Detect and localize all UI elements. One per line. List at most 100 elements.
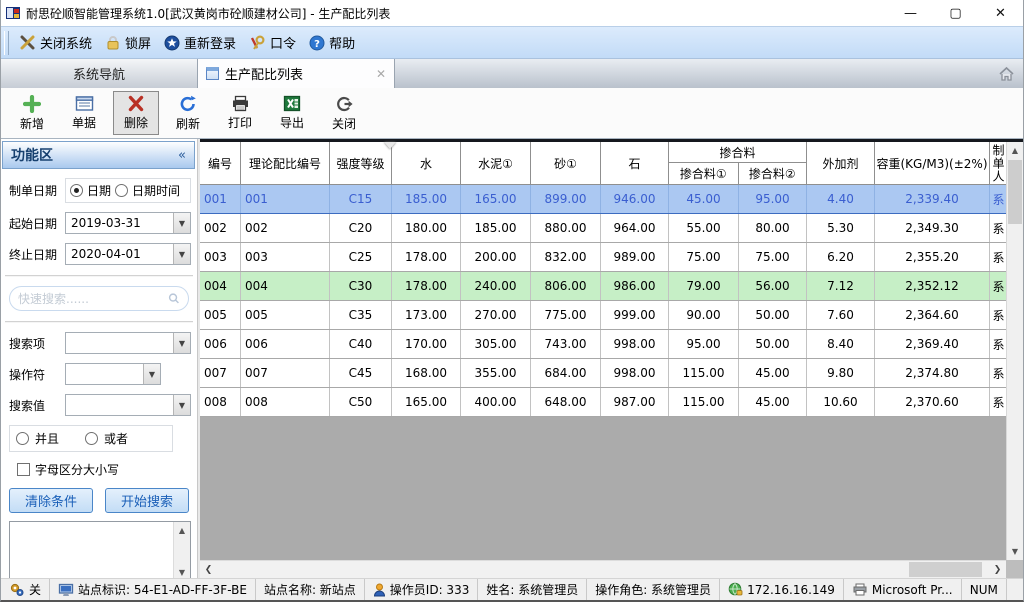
table-cell[interactable]: C35	[330, 301, 392, 329]
table-cell[interactable]: 004	[241, 272, 330, 300]
table-cell[interactable]: 185.00	[461, 214, 531, 242]
table-cell[interactable]: 355.00	[461, 359, 531, 387]
datetime-radio[interactable]	[115, 184, 128, 197]
table-cell[interactable]: 806.00	[531, 272, 601, 300]
table-cell[interactable]: 168.00	[392, 359, 461, 387]
table-cell[interactable]: 775.00	[531, 301, 601, 329]
table-cell[interactable]: 115.00	[669, 359, 739, 387]
close-system-button[interactable]: 关闭系统	[14, 30, 100, 55]
scroll-up-icon[interactable]: ▲	[1007, 142, 1023, 159]
scroll-down-icon[interactable]: ▼	[174, 564, 190, 578]
table-cell[interactable]: 95.00	[739, 185, 807, 213]
table-cell[interactable]: 002	[241, 214, 330, 242]
chevron-down-icon[interactable]: ▼	[173, 395, 190, 415]
table-cell[interactable]: 899.00	[531, 185, 601, 213]
table-cell[interactable]: 90.00	[669, 301, 739, 329]
column-header-density[interactable]: 容重(KG/M3)(±2%)	[875, 142, 990, 185]
table-cell[interactable]: 964.00	[601, 214, 669, 242]
table-cell[interactable]: 185.00	[392, 185, 461, 213]
column-header-theory-id[interactable]: 理论配比编号	[241, 142, 330, 185]
or-radio[interactable]	[85, 432, 98, 445]
operator-select[interactable]: ▼	[65, 363, 161, 385]
column-header-sand[interactable]: 砂①	[531, 142, 601, 185]
table-cell[interactable]: 165.00	[392, 388, 461, 416]
horizontal-scroll-thumb[interactable]	[909, 562, 982, 577]
table-cell[interactable]: 178.00	[392, 272, 461, 300]
table-cell[interactable]: 001	[241, 185, 330, 213]
help-button[interactable]: ? 帮助	[304, 30, 363, 55]
column-header-admixture[interactable]: 掺合料	[669, 142, 806, 163]
table-cell[interactable]: C25	[330, 243, 392, 271]
table-cell[interactable]: 170.00	[392, 330, 461, 358]
table-cell[interactable]: 2,374.80	[875, 359, 990, 387]
table-cell[interactable]: 007	[241, 359, 330, 387]
table-cell[interactable]: 5.30	[807, 214, 875, 242]
scroll-left-icon[interactable]: ❮	[200, 561, 217, 578]
column-header-additive[interactable]: 外加剂	[807, 142, 875, 185]
home-button[interactable]	[995, 63, 1017, 85]
table-cell[interactable]: 50.00	[739, 301, 807, 329]
column-header-water[interactable]: 水	[392, 142, 461, 185]
table-cell[interactable]: 305.00	[461, 330, 531, 358]
table-cell[interactable]: 986.00	[601, 272, 669, 300]
table-cell[interactable]: 880.00	[531, 214, 601, 242]
table-cell[interactable]: 10.60	[807, 388, 875, 416]
refresh-button[interactable]: 刷新	[165, 91, 211, 135]
table-cell[interactable]: 684.00	[531, 359, 601, 387]
end-date-picker[interactable]: 2020-04-01 ▼	[65, 243, 191, 265]
table-cell[interactable]: 7.60	[807, 301, 875, 329]
column-header-strength[interactable]: 强度等级	[330, 142, 392, 185]
maximize-button[interactable]: ▢	[933, 0, 978, 26]
table-cell[interactable]: 006	[241, 330, 330, 358]
table-cell[interactable]: C45	[330, 359, 392, 387]
table-cell[interactable]: 2,355.20	[875, 243, 990, 271]
chevron-down-icon[interactable]: ▼	[173, 333, 190, 353]
table-cell[interactable]: C20	[330, 214, 392, 242]
table-row[interactable]: 001001C15185.00165.00899.00946.0045.0095…	[200, 184, 1008, 214]
table-cell[interactable]: 75.00	[669, 243, 739, 271]
table-cell[interactable]: 998.00	[601, 359, 669, 387]
table-row[interactable]: 007007C45168.00355.00684.00998.00115.004…	[200, 359, 1008, 388]
table-cell[interactable]: 832.00	[531, 243, 601, 271]
column-header-admixture2[interactable]: 掺合料②	[739, 163, 807, 184]
column-header-id[interactable]: 编号	[200, 142, 241, 185]
table-cell[interactable]: 400.00	[461, 388, 531, 416]
table-cell[interactable]: 001	[200, 185, 241, 213]
table-cell[interactable]: 45.00	[669, 185, 739, 213]
table-cell[interactable]: 75.00	[739, 243, 807, 271]
table-row[interactable]: 005005C35173.00270.00775.00999.0090.0050…	[200, 301, 1008, 330]
table-cell[interactable]: 45.00	[739, 388, 807, 416]
table-cell[interactable]: 79.00	[669, 272, 739, 300]
table-cell[interactable]: 165.00	[461, 185, 531, 213]
relogin-button[interactable]: 重新登录	[159, 30, 244, 55]
table-cell[interactable]: 008	[241, 388, 330, 416]
table-cell[interactable]: 008	[200, 388, 241, 416]
table-cell[interactable]: 80.00	[739, 214, 807, 242]
table-cell[interactable]: 2,370.60	[875, 388, 990, 416]
close-module-button[interactable]: 关闭	[321, 91, 367, 135]
minimize-button[interactable]: —	[888, 0, 933, 26]
vertical-scroll-thumb[interactable]	[1008, 160, 1022, 224]
table-cell[interactable]: 2,339.40	[875, 185, 990, 213]
table-cell[interactable]: 003	[241, 243, 330, 271]
table-cell[interactable]: 55.00	[669, 214, 739, 242]
table-cell[interactable]: 95.00	[669, 330, 739, 358]
horizontal-scrollbar[interactable]: ❮ ❯	[200, 560, 1006, 578]
table-cell[interactable]: 648.00	[531, 388, 601, 416]
column-header-cement[interactable]: 水泥①	[461, 142, 531, 185]
table-cell[interactable]: 173.00	[392, 301, 461, 329]
scroll-up-icon[interactable]: ▲	[174, 522, 190, 538]
table-cell[interactable]: 56.00	[739, 272, 807, 300]
table-cell[interactable]: 999.00	[601, 301, 669, 329]
table-cell[interactable]: 005	[200, 301, 241, 329]
table-cell[interactable]: 9.80	[807, 359, 875, 387]
table-cell[interactable]: 989.00	[601, 243, 669, 271]
start-date-picker[interactable]: 2019-03-31 ▼	[65, 212, 191, 234]
table-row[interactable]: 002002C20180.00185.00880.00964.0055.0080…	[200, 214, 1008, 243]
conditions-listbox[interactable]: ▲ ▼	[9, 521, 191, 578]
vertical-scrollbar[interactable]: ▲ ▼	[1006, 142, 1023, 560]
quick-search-box[interactable]	[9, 286, 189, 311]
table-cell[interactable]: 178.00	[392, 243, 461, 271]
table-cell[interactable]: 45.00	[739, 359, 807, 387]
case-sensitive-checkbox[interactable]	[17, 463, 30, 476]
